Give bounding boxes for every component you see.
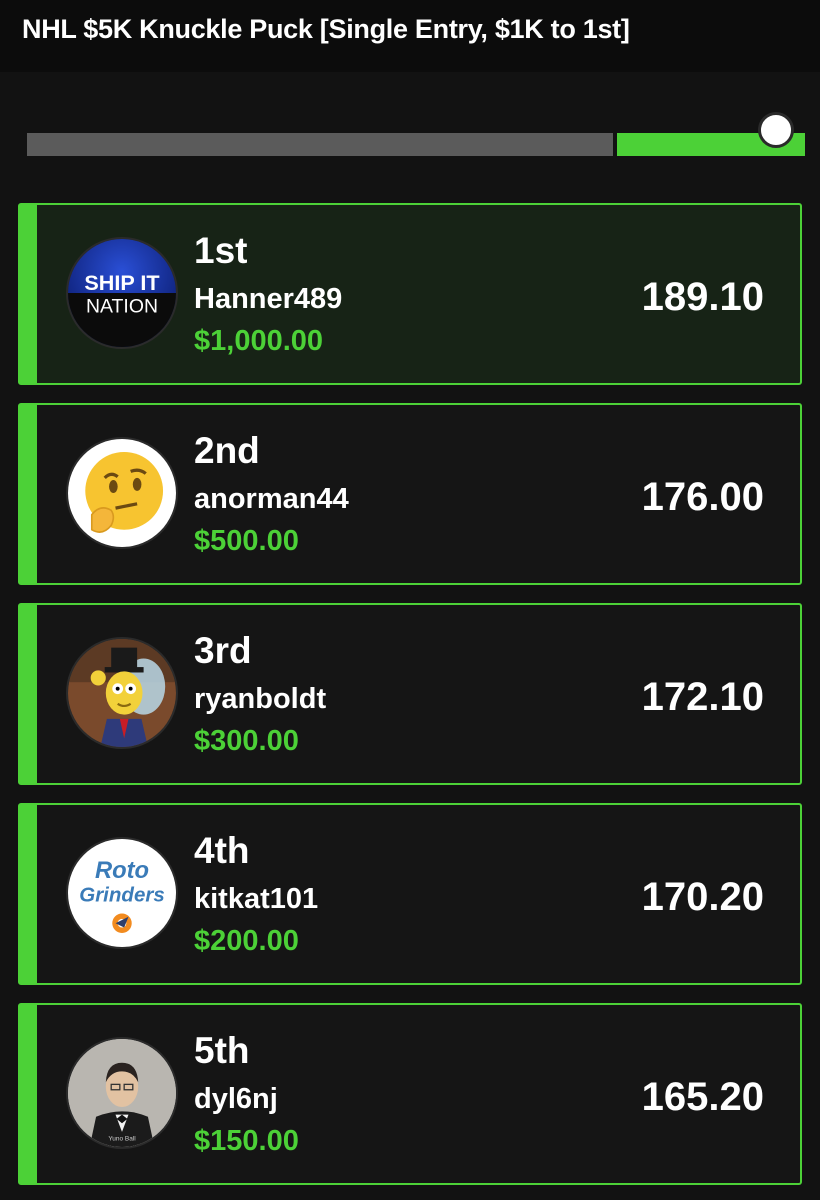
- rank-label: 5th: [194, 1030, 250, 1071]
- score: 170.20: [641, 875, 764, 919]
- score: 165.20: [641, 1075, 764, 1119]
- rotogrinders-logo: Roto Grinders: [68, 839, 176, 947]
- ship-it-nation-logo: SHIP IT NATION: [68, 239, 176, 347]
- cartoon-character-avatar: [66, 637, 178, 749]
- prize-amount: $150.00: [194, 1125, 299, 1157]
- logo-line-2: NATION: [86, 295, 158, 317]
- score: 172.10: [641, 675, 764, 719]
- rank-label: 4th: [194, 830, 250, 871]
- thinking-face-emoji-icon: [68, 439, 176, 547]
- rank-accent-bar: [20, 805, 37, 983]
- rank-accent-bar: [20, 1005, 37, 1183]
- rank-label: 1st: [194, 230, 248, 271]
- prize-amount: $500.00: [194, 525, 299, 557]
- logo-line-1: SHIP IT: [84, 270, 159, 295]
- rank-accent-bar: [20, 405, 37, 583]
- header-bar: NHL $5K Knuckle Puck [Single Entry, $1K …: [0, 0, 820, 72]
- person-photo-icon: Yuno Ball: [68, 1039, 176, 1147]
- contest-title: NHL $5K Knuckle Puck [Single Entry, $1K …: [22, 14, 630, 44]
- cartoon-character-icon: [68, 639, 176, 747]
- slider-thumb[interactable]: [758, 112, 794, 148]
- leaderboard-entry-3[interactable]: 3rd ryanboldt $300.00 172.10: [18, 603, 802, 785]
- ship-it-nation-logo-avatar: SHIP IT NATION: [66, 237, 178, 349]
- rotogrinders-logo-avatar: Roto Grinders: [66, 837, 178, 949]
- rank-label: 3rd: [194, 630, 252, 671]
- leaderboard-entry-5[interactable]: Yuno Ball 5th dyl6nj $150.00 165.20: [18, 1003, 802, 1185]
- username: dyl6nj: [194, 1083, 278, 1115]
- username: ryanboldt: [194, 683, 327, 715]
- logo-line-2: Grinders: [79, 884, 165, 907]
- leaderboard-entry-2[interactable]: 2nd anorman44 $500.00 176.00: [18, 403, 802, 585]
- score: 189.10: [641, 275, 764, 319]
- leaderboard-list: SHIP IT NATION 1st Hanner489 $1,000.00 1…: [18, 203, 802, 1200]
- username: kitkat101: [194, 883, 319, 915]
- prize-amount: $200.00: [194, 925, 299, 957]
- person-photo-avatar: Yuno Ball: [66, 1037, 178, 1149]
- rank-label: 2nd: [194, 430, 260, 471]
- prize-amount: $300.00: [194, 725, 299, 757]
- username: Hanner489: [194, 283, 343, 315]
- rank-accent-bar: [20, 605, 37, 783]
- logo-line-1: Roto: [95, 857, 149, 884]
- thinking-face-avatar: [66, 437, 178, 549]
- score: 176.00: [641, 475, 764, 519]
- rank-accent-bar: [20, 205, 37, 383]
- leaderboard-entry-4[interactable]: Roto Grinders 4th kitkat101 $200.00 170.…: [18, 803, 802, 985]
- standings-slider[interactable]: [27, 112, 805, 162]
- leaderboard-entry-1[interactable]: SHIP IT NATION 1st Hanner489 $1,000.00 1…: [18, 203, 802, 385]
- slider-track[interactable]: [27, 133, 613, 156]
- prize-amount: $1,000.00: [194, 325, 324, 357]
- username: anorman44: [194, 483, 349, 515]
- photo-caption: Yuno Ball: [108, 1136, 135, 1143]
